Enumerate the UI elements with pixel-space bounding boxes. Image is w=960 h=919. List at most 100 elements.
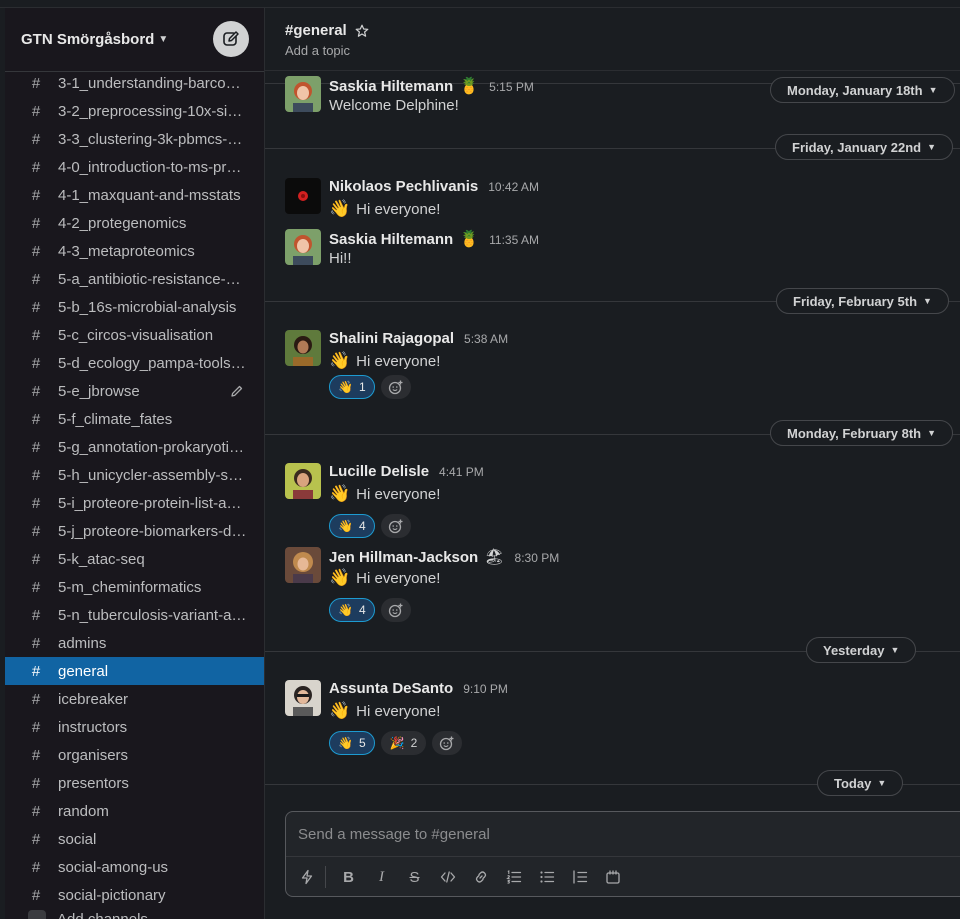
avatar[interactable]: [285, 330, 321, 366]
ordered-list-button[interactable]: [497, 863, 530, 891]
channel-item[interactable]: #3-3_clustering-3k-pbmcs-with-scanpy: [5, 125, 264, 153]
shortcuts-button[interactable]: [290, 863, 323, 891]
avatar[interactable]: [285, 76, 321, 112]
channel-item[interactable]: # social: [5, 825, 264, 853]
message-timestamp[interactable]: 8:30 PM: [515, 551, 560, 565]
channel-label: 3-1_understanding-barcodes: [58, 74, 248, 92]
channel-item[interactable]: #4-2_protegenomics: [5, 209, 264, 237]
avatar[interactable]: [285, 680, 321, 716]
reaction-party-button[interactable]: 🎉 2: [380, 731, 427, 755]
add-reaction-button[interactable]: [432, 731, 463, 755]
chevron-down-icon: ▼: [927, 428, 937, 438]
date-jump-pill[interactable]: Monday, January 18th ▼: [770, 77, 955, 103]
channel-item[interactable]: #5-k_atac-seq: [5, 545, 264, 573]
message-author[interactable]: Saskia Hiltemann: [329, 231, 453, 248]
hash-icon: #: [31, 690, 41, 708]
channel-title-button[interactable]: #general: [285, 22, 369, 39]
channel-item[interactable]: #5-j_proteore-biomarkers-discovery: [5, 517, 264, 545]
message-text: Hi everyone!: [356, 200, 441, 218]
pencil-icon[interactable]: [230, 384, 244, 398]
channel-item[interactable]: # social-pictionary: [5, 881, 264, 909]
channel-item[interactable]: # organisers: [5, 741, 264, 769]
channel-item[interactable]: # presentors: [5, 769, 264, 797]
add-reaction-button[interactable]: [380, 598, 411, 622]
channel-item[interactable]: #5-b_16s-microbial-analysis: [5, 293, 264, 321]
message-input[interactable]: [296, 820, 900, 848]
date-jump-pill[interactable]: Monday, February 8th ▼: [770, 420, 954, 446]
channel-item[interactable]: #5-f_climate_fates: [5, 405, 264, 433]
message-timestamp[interactable]: 11:35 AM: [489, 233, 539, 247]
channel-item[interactable]: #5-i_proteore-protein-list-annotation: [5, 489, 264, 517]
message-timestamp[interactable]: 9:10 PM: [463, 682, 508, 696]
channel-label: admins: [58, 634, 107, 652]
date-label: Friday, February 5th: [793, 293, 918, 309]
date-jump-pill[interactable]: Friday, February 5th ▼: [776, 288, 949, 314]
strikethrough-button[interactable]: S: [398, 863, 431, 891]
channel-item[interactable]: #5-n_tuberculosis-variant-analysis: [5, 601, 264, 629]
toolbar-separator: [325, 866, 326, 888]
channel-item[interactable]: # icebreaker: [5, 685, 264, 713]
message-timestamp[interactable]: 5:15 PM: [489, 80, 534, 94]
channel-label: 4-2_protegenomics: [58, 214, 187, 232]
reaction-wave-button[interactable]: 👋 1: [329, 375, 375, 399]
ordered-list-icon: [505, 870, 521, 884]
code-block-button[interactable]: [596, 863, 629, 891]
channel-item[interactable]: #5-e_jbrowse: [5, 377, 264, 405]
message-timestamp[interactable]: 4:41 PM: [439, 465, 484, 479]
compose-button[interactable]: [213, 21, 249, 57]
message-author[interactable]: Assunta DeSanto: [329, 680, 453, 697]
message-timestamp[interactable]: 5:38 AM: [464, 332, 508, 346]
channel-item[interactable]: #5-g_annotation-prokaryotic-genomes: [5, 433, 264, 461]
chevron-down-icon: ▼: [923, 296, 932, 306]
channel-item[interactable]: #5-d_ecology_pampa-toolsuite: [5, 349, 264, 377]
add-reaction-button[interactable]: [380, 514, 411, 538]
bold-button[interactable]: B: [332, 863, 365, 891]
channel-item[interactable]: #3-1_understanding-barcodes: [5, 69, 264, 97]
status-emoji: 🏖: [484, 549, 505, 566]
date-jump-pill[interactable]: Today ▼: [817, 770, 904, 796]
channel-item[interactable]: #4-1_maxquant-and-msstats: [5, 181, 264, 209]
link-button[interactable]: [464, 863, 497, 891]
date-jump-pill[interactable]: Friday, January 22nd ▼: [775, 134, 954, 160]
date-jump-pill[interactable]: Yesterday ▼: [806, 637, 917, 663]
channel-item[interactable]: #5-h_unicycler-assembly-sars-cov-2: [5, 461, 264, 489]
avatar[interactable]: [285, 463, 321, 499]
channel-label: 3-3_clustering-3k-pbmcs-with-scanpy: [58, 130, 248, 148]
message-author[interactable]: Shalini Rajagopal: [329, 330, 454, 347]
channel-item[interactable]: #5-a_antibiotic-resistance-detection: [5, 265, 264, 293]
add-reaction-button[interactable]: [380, 375, 411, 399]
channel-item-general-active[interactable]: # general: [5, 657, 264, 685]
hash-icon: #: [31, 550, 41, 568]
message-author[interactable]: Lucille Delisle: [329, 463, 429, 480]
bulleted-list-icon: [539, 871, 554, 883]
code-button[interactable]: [431, 863, 464, 891]
reaction-wave-button[interactable]: 👋 4: [329, 514, 375, 538]
message-author[interactable]: Saskia Hiltemann: [329, 78, 453, 95]
reaction-wave-button[interactable]: 👋 4: [329, 598, 375, 622]
channel-item[interactable]: #4-3_metaproteomics: [5, 237, 264, 265]
avatar[interactable]: [285, 229, 321, 265]
channel-item[interactable]: # random: [5, 797, 264, 825]
channel-item[interactable]: # social-among-us: [5, 853, 264, 881]
add-channels-button[interactable]: Add channels: [5, 909, 264, 919]
channel-item[interactable]: #5-m_cheminformatics: [5, 573, 264, 601]
bulleted-list-button[interactable]: [530, 863, 563, 891]
add-topic-link[interactable]: Add a topic: [285, 43, 350, 58]
channel-item[interactable]: #3-2_preprocessing-10x-single-cell-data: [5, 97, 264, 125]
message-timestamp[interactable]: 10:42 AM: [488, 180, 539, 194]
message-author[interactable]: Nikolaos Pechlivanis: [329, 178, 478, 195]
blockquote-button[interactable]: [563, 863, 596, 891]
workspace-switcher[interactable]: GTN Smörgåsbord ▼: [21, 31, 168, 48]
channel-item[interactable]: # instructors: [5, 713, 264, 741]
channel-item[interactable]: #5-c_circos-visualisation: [5, 321, 264, 349]
message-author[interactable]: Jen Hillman-Jackson: [329, 549, 478, 566]
reaction-wave-button[interactable]: 👋 5: [329, 731, 375, 755]
italic-button[interactable]: I: [365, 863, 398, 891]
avatar[interactable]: [285, 547, 321, 583]
channel-item[interactable]: # admins: [5, 629, 264, 657]
message-text: Hi everyone!: [356, 569, 441, 587]
avatar[interactable]: [285, 178, 321, 214]
channel-item[interactable]: #4-0_introduction-to-ms-proteomics: [5, 153, 264, 181]
formatting-toolbar: B I S: [286, 856, 960, 897]
star-icon[interactable]: [355, 24, 369, 38]
